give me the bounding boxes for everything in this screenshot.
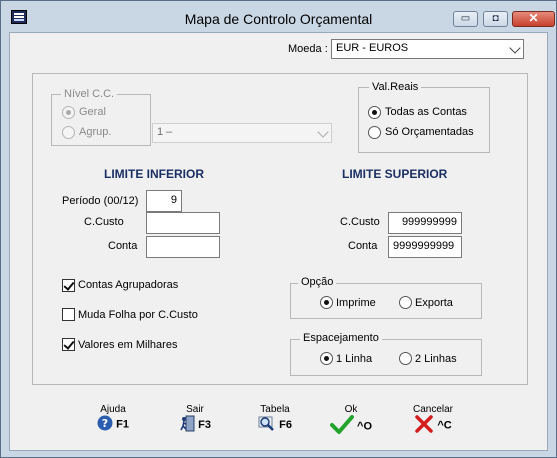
radio-todas-contas[interactable]: [368, 106, 381, 119]
val-reais-group: [358, 87, 490, 153]
magnifier-icon: [258, 415, 276, 435]
maximize-button[interactable]: ◘: [483, 11, 508, 27]
radio-so-orcamentadas-label: Só Orçamentadas: [385, 126, 474, 138]
limite-inferior-header: LIMITE INFERIOR: [104, 167, 204, 181]
radio-agrup-label: Agrup.: [79, 126, 112, 138]
ccusto-inf-input[interactable]: [146, 212, 220, 234]
chevron-down-icon[interactable]: [509, 42, 521, 54]
limite-superior-header: LIMITE SUPERIOR: [342, 167, 448, 181]
agrup-select[interactable]: 1 –: [152, 123, 332, 143]
sair-caption: Sair: [186, 404, 204, 415]
minimize-button[interactable]: ▭: [453, 11, 478, 27]
cancelar-caption: Cancelar: [412, 404, 454, 415]
conta-inf-input[interactable]: [146, 236, 220, 258]
cancelar-button[interactable]: Cancelar ^C: [405, 404, 461, 436]
tabela-caption: Tabela: [260, 404, 290, 415]
checkbox-contas-agrupadoras[interactable]: [62, 279, 75, 292]
checkbox-valores-milhares[interactable]: [62, 338, 75, 351]
svg-text:?: ?: [102, 417, 108, 430]
ajuda-caption: Ajuda: [100, 404, 126, 415]
radio-imprime[interactable]: [320, 296, 333, 309]
nivel-cc-legend: Nível C.C.: [61, 88, 118, 100]
ok-caption: Ok: [344, 404, 358, 415]
ok-key: ^O: [357, 420, 373, 433]
checkmark-icon: [329, 415, 354, 438]
periodo-label: Período (00/12): [62, 195, 139, 207]
exit-door-icon: [179, 415, 195, 435]
chevron-down-icon[interactable]: [317, 126, 329, 138]
tabela-button[interactable]: Tabela F6: [250, 404, 300, 435]
ccusto-sup-input[interactable]: 999999999: [388, 212, 462, 234]
moeda-label: Moeda :: [288, 43, 328, 55]
red-x-icon: [414, 415, 434, 436]
window: Mapa de Controlo Orçamental ▭ ◘ ✕ Moeda …: [0, 0, 557, 458]
radio-exporta-label: Exporta: [415, 297, 453, 309]
help-icon: ?: [97, 415, 113, 434]
moeda-select[interactable]: EUR - EUROS: [331, 39, 524, 59]
radio-imprime-label: Imprime: [336, 297, 376, 309]
periodo-input[interactable]: 9: [146, 190, 182, 212]
conta-inf-label: Conta: [108, 240, 138, 252]
dialog-body: Moeda : EUR - EUROS Nível C.C. Geral Agr…: [9, 32, 548, 451]
conta-sup-input[interactable]: 9999999999: [388, 236, 462, 258]
contas-agrupadoras-label: Contas Agrupadoras: [78, 279, 179, 291]
radio-todas-contas-label: Todas as Contas: [385, 106, 467, 118]
radio-geral-label: Geral: [79, 106, 106, 118]
radio-agrup[interactable]: [62, 126, 75, 139]
close-button[interactable]: ✕: [512, 11, 555, 27]
checkbox-muda-folha[interactable]: [62, 308, 75, 321]
opcao-legend: Opção: [298, 276, 337, 288]
radio-1-linha-label: 1 Linha: [336, 353, 373, 365]
radio-so-orcamentadas[interactable]: [368, 126, 381, 139]
valores-milhares-label: Valores em Milhares: [78, 339, 178, 351]
ok-button[interactable]: Ok ^O: [326, 404, 376, 438]
radio-geral[interactable]: [62, 106, 75, 119]
title-bar[interactable]: Mapa de Controlo Orçamental ▭ ◘ ✕: [1, 1, 556, 31]
radio-2-linhas[interactable]: [399, 352, 412, 365]
moeda-value: EUR - EUROS: [336, 42, 409, 54]
ccusto-sup-label: C.Custo: [340, 216, 380, 228]
radio-2-linhas-label: 2 Linhas: [415, 353, 457, 365]
sair-button[interactable]: Sair F3: [170, 404, 220, 435]
cancelar-key: ^C: [437, 419, 452, 432]
radio-1-linha[interactable]: [320, 352, 333, 365]
sair-key: F3: [198, 418, 211, 431]
radio-exporta[interactable]: [399, 296, 412, 309]
val-reais-legend: Val.Reais: [369, 81, 422, 93]
ccusto-inf-label: C.Custo: [84, 216, 124, 228]
muda-folha-label: Muda Folha por C.Custo: [78, 309, 198, 321]
espacejamento-legend: Espacejamento: [300, 332, 382, 344]
agrup-select-value: 1 –: [157, 126, 173, 138]
ajuda-key: F1: [116, 418, 129, 431]
opcao-group: [290, 283, 482, 319]
tabela-key: F6: [279, 418, 292, 431]
conta-sup-label: Conta: [348, 240, 378, 252]
ajuda-button[interactable]: Ajuda ? F1: [88, 404, 138, 434]
